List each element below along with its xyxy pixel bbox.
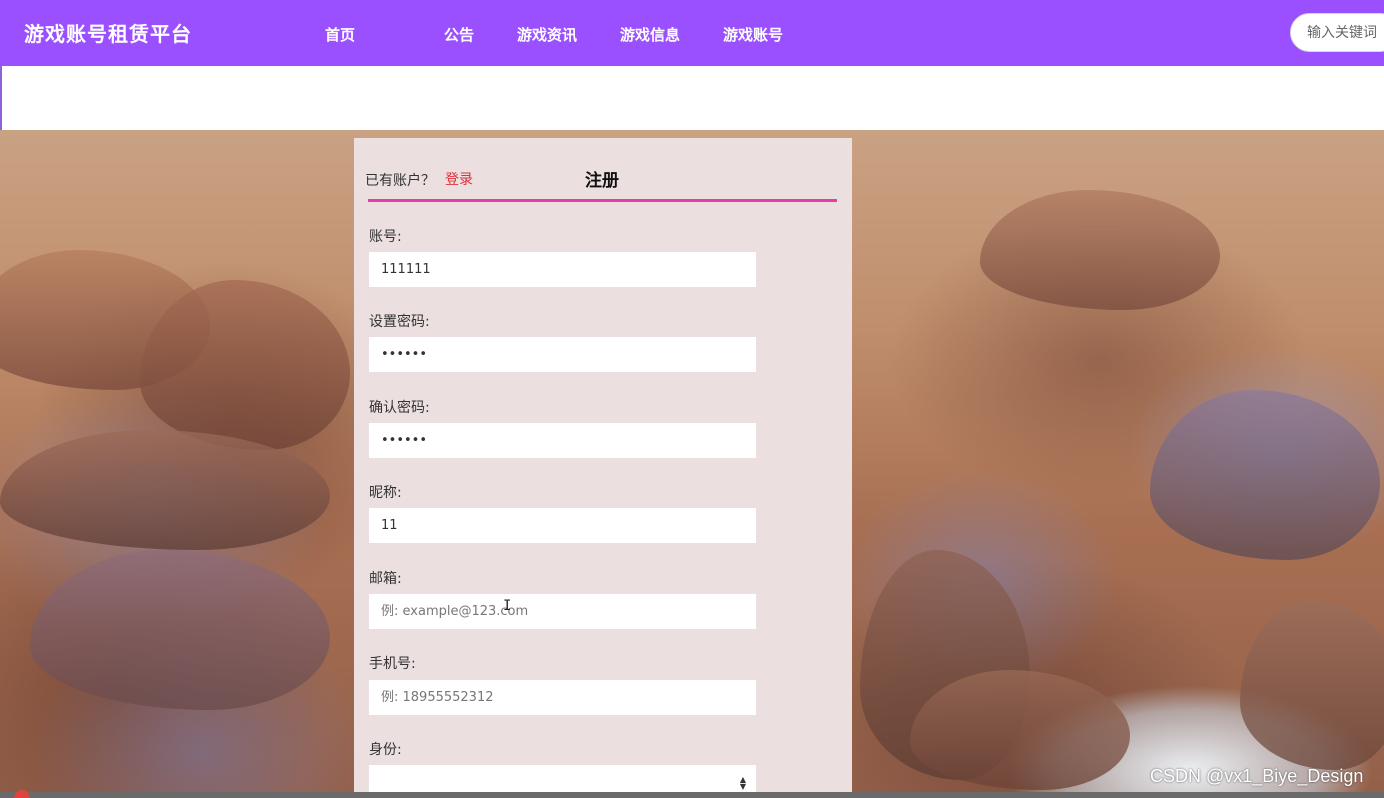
top-navbar: 游戏账号租赁平台 首页 公告 游戏资讯 游戏信息 游戏账号: [0, 0, 1384, 66]
rock-formation: [1240, 600, 1384, 770]
nickname-label: 昵称:: [369, 485, 402, 501]
phone-input[interactable]: [369, 680, 756, 715]
have-account-text: 已有账户？: [365, 173, 435, 189]
nickname-input[interactable]: [369, 508, 756, 543]
register-panel: 已有账户？ 登录 注册 账号: 设置密码: 确认密码: 昵称: 邮箱: 手机号:…: [354, 138, 852, 798]
site-brand[interactable]: 游戏账号租赁平台: [24, 18, 192, 47]
account-label: 账号:: [369, 229, 402, 245]
email-label: 邮箱:: [369, 571, 402, 587]
phone-label: 手机号:: [369, 656, 416, 672]
confirm-password-label: 确认密码:: [369, 400, 430, 416]
rock-formation: [980, 190, 1220, 310]
email-input[interactable]: [369, 594, 756, 629]
identity-label: 身份:: [369, 742, 402, 758]
account-input[interactable]: [369, 252, 756, 287]
rock-formation: [140, 280, 350, 450]
select-arrows-icon: ▲ ▼: [739, 775, 746, 791]
nav-game-info[interactable]: 游戏信息: [620, 24, 680, 45]
bottom-scrollbar[interactable]: [0, 792, 1384, 798]
password-input[interactable]: [369, 337, 756, 372]
confirm-password-input[interactable]: [369, 423, 756, 458]
search-input[interactable]: [1290, 13, 1384, 52]
nav-game-accounts[interactable]: 游戏账号: [723, 24, 783, 45]
tab-underline: [368, 199, 837, 202]
rock-formation: [910, 670, 1130, 790]
rock-formation: [30, 550, 330, 710]
nav-game-news[interactable]: 游戏资讯: [517, 24, 577, 45]
nav-home[interactable]: 首页: [325, 24, 355, 45]
register-tab[interactable]: 注册: [585, 166, 619, 191]
rock-formation: [1150, 390, 1380, 560]
text-cursor-icon: I: [503, 598, 512, 614]
nav-announcements[interactable]: 公告: [444, 24, 474, 45]
banner-spacer: [0, 66, 1384, 130]
watermark: CSDN @vx1_Biye_Design: [1150, 766, 1364, 786]
login-link[interactable]: 登录: [445, 169, 473, 189]
password-label: 设置密码:: [369, 314, 430, 330]
